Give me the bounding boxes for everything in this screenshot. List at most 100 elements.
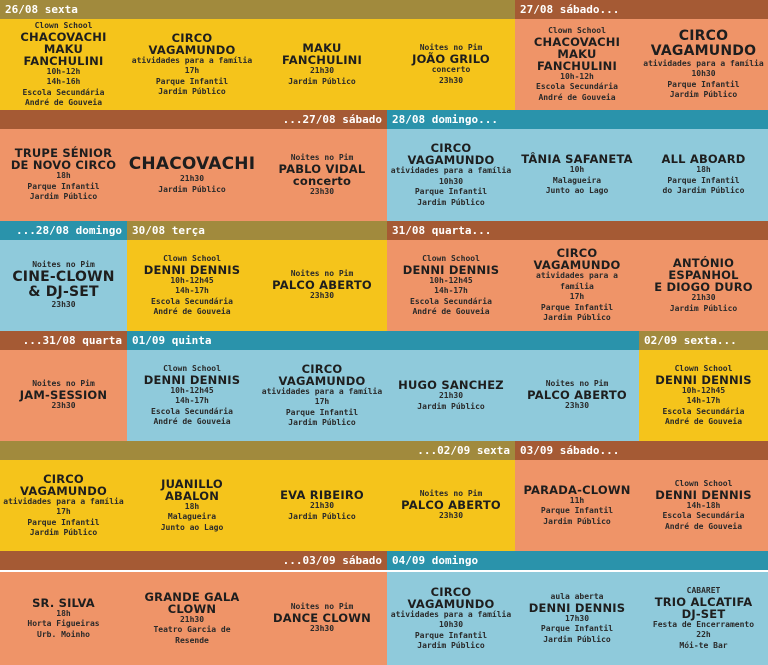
event-card: CIRCO VAGAMUNDO atividades para a família…: [387, 572, 515, 665]
event-details: 10h Malagueira Junto ao Lago: [545, 165, 609, 196]
event-details: 23h30: [309, 186, 335, 196]
event-details: 23h30: [51, 300, 76, 310]
day-header: ...28/08 domingo: [0, 221, 127, 240]
event-series: Clown School: [163, 253, 221, 263]
event-title: PALCO ABERTO: [527, 388, 627, 403]
event-details: atividades para a família 17h Parque Inf…: [131, 55, 253, 97]
event-card: Clown School DENNI DENNIS 10h-12h45 14h-17…: [387, 240, 515, 331]
day-header: ...31/08 quarta: [0, 331, 127, 350]
event-details: atividades para a família 17h Parque Inf…: [536, 271, 618, 323]
event-details: 21h30 Jardim Público: [288, 501, 356, 521]
event-card: CHACOVACHI 21h30 Jardim Público: [127, 129, 257, 221]
event-title: JOÃO GRILO: [412, 52, 490, 66]
day-header: ...03/09 sábado: [0, 551, 387, 570]
event-details: 10h-12h45 14h-17h Escola Secundária Andr…: [662, 385, 745, 427]
event-card: Clown School DENNI DENNIS 14h-18h Escola S…: [639, 460, 768, 551]
day-header: 04/09 domingo: [387, 551, 768, 570]
event-card: Clown School DENNI DENNIS 10h-12h45 14h-17…: [127, 240, 257, 331]
day-header: ...27/08 sábado: [0, 110, 387, 129]
event-series: Clown School: [163, 363, 221, 373]
event-details: 21h30 Jardim Público: [288, 66, 356, 86]
event-title: PARADA-CLOWN: [523, 482, 631, 497]
event-details: 18h Parque Infantil do Jardim Público: [662, 165, 745, 196]
event-card: aula aberta DENNI DENNIS 17h30 Parque Infa…: [515, 572, 639, 665]
event-details: atividades para a família 17h Parque Inf…: [261, 386, 383, 428]
event-title: TRIO ALCATIFA DJ-SET: [654, 594, 753, 621]
event-details: concerto 23h30: [431, 65, 471, 85]
event-card: JUANILLO ABALON 18h Malagueira Junto ao L…: [127, 460, 257, 551]
day-header: 02/09 sexta...: [639, 331, 768, 350]
event-card: CIRCO VAGAMUNDO atividades para a família…: [387, 129, 515, 221]
event-title: SR. SILVA: [32, 595, 95, 610]
day-header: 26/08 sexta: [0, 0, 515, 19]
event-card: PARADA-CLOWN 11h Parque Infantil Jardim P…: [515, 460, 639, 551]
event-details: 10h-12h45 14h-17h Escola Secundária Andr…: [151, 385, 233, 427]
event-details: 23h30: [309, 291, 335, 301]
event-card: Clown School CHACOVACHI MAKU FANCHULINI 10…: [515, 19, 639, 110]
event-details: 18h Horta Figueiras Urb. Moinho: [27, 608, 100, 639]
event-card: Noites no Pim PALCO ABERTO 23h30: [387, 460, 515, 551]
event-card: EVA RIBEIRO 21h30 Jardim Público: [257, 460, 387, 551]
event-title: PALCO ABERTO: [401, 498, 501, 513]
event-title: CIRCO VAGAMUNDO: [407, 584, 495, 611]
event-details: 23h30: [51, 401, 76, 411]
event-details: 21h30 Jardim Público: [158, 174, 226, 194]
event-card: GRANDE GALA CLOWN 21h30 Teatro Garcia de …: [127, 572, 257, 665]
event-card: Noites no Pim DANCE CLOWN 23h30: [257, 572, 387, 665]
event-title: CIRCO VAGAMUNDO: [407, 141, 495, 167]
day-header: 03/09 sábado...: [515, 441, 768, 460]
event-details: 17h30 Parque Infantil Jardim Público: [540, 613, 614, 644]
festival-schedule-grid: 26/08 sexta 27/08 sábado... ...27/08 sábad…: [0, 0, 768, 665]
day-header: 31/08 quarta...: [387, 221, 768, 240]
event-title: CHACOVACHI MAKU FANCHULINI: [20, 29, 107, 68]
event-details: 23h30: [564, 401, 590, 411]
event-card: TÂNIA SAFANETA 10h Malagueira Junto ao La…: [515, 129, 639, 221]
event-details: atividades para a família 10h30 Parque I…: [390, 166, 512, 207]
event-title: DENNI DENNIS: [143, 262, 241, 277]
event-title: DENNI DENNIS: [655, 487, 752, 502]
event-card: CIRCO VAGAMUNDO atividades para a família…: [257, 350, 387, 441]
event-details: 21h30 Teatro Garcia de Resende: [153, 614, 231, 645]
day-header: 30/08 terça: [127, 221, 387, 240]
event-details: 11h Parque Infantil Jardim Público: [540, 495, 614, 526]
event-title: CIRCO VAGAMUNDO: [533, 246, 621, 273]
event-details: 14h-18h Escola Secundária André de Gouve…: [662, 500, 745, 531]
event-card: Noites no Pim CINE-CLOWN & DJ-SET 23h30: [0, 240, 127, 331]
event-card: CIRCO VAGAMUNDO atividades para a família…: [0, 460, 127, 551]
event-series: Clown School: [674, 363, 733, 373]
day-header: 27/08 sábado...: [515, 0, 768, 19]
event-card: CIRCO VAGAMUNDO atividades para a família…: [515, 240, 639, 331]
event-card: ANTÓNIO ESPANHOL E DIOGO DURO 21h30 Jardi…: [639, 240, 768, 331]
event-card: ALL ABOARD 18h Parque Infantil do Jardim …: [639, 129, 768, 221]
event-series: Clown School: [34, 20, 93, 30]
event-title: DENNI DENNIS: [402, 262, 500, 277]
event-details: Festa de Encerramento 22h Mói-te Bar: [652, 619, 755, 650]
event-title: PALCO ABERTO: [272, 278, 372, 293]
event-title: CIRCO VAGAMUNDO: [148, 30, 236, 57]
event-title: ANTÓNIO ESPANHOL E DIOGO DURO: [654, 256, 753, 294]
event-title: JUANILLO ABALON: [161, 476, 223, 503]
event-title: MAKU FANCHULINI: [282, 41, 362, 67]
event-title: DENNI DENNIS: [143, 372, 241, 387]
day-header: ...02/09 sexta: [0, 441, 515, 460]
event-card: Noites no Pim PALCO ABERTO 23h30: [257, 240, 387, 331]
event-title: CIRCO VAGAMUNDO: [20, 471, 107, 498]
event-title: PABLO VIDAL concerto: [278, 161, 366, 188]
event-card: SR. SILVA 18h Horta Figueiras Urb. Moinho: [0, 572, 127, 665]
event-details: 23h30: [438, 511, 464, 521]
event-details: 21h30 Jardim Público: [669, 293, 738, 313]
event-title: CIRCO VAGAMUNDO: [278, 361, 366, 388]
day-header: 01/09 quinta: [127, 331, 639, 350]
event-details: 18h Parque Infantil Jardim Público: [27, 171, 100, 202]
event-card: Noites no Pim JOÃO GRILO concerto 23h30: [387, 19, 515, 110]
event-details: 21h30 Jardim Público: [417, 391, 485, 411]
event-card: Noites no Pim PALCO ABERTO 23h30: [515, 350, 639, 441]
event-card: CIRCO VAGAMUNDO atividades para a família…: [127, 19, 257, 110]
event-card: CABARET TRIO ALCATIFA DJ-SET Festa de Ence…: [639, 572, 768, 665]
event-title: CHACOVACHI MAKU FANCHULINI: [533, 34, 621, 73]
event-details: atividades para a família 10h30 Parque I…: [390, 609, 512, 651]
event-card: MAKU FANCHULINI 21h30 Jardim Público: [257, 19, 387, 110]
event-details: 10h-12h 14h-16h Escola Secundária André …: [22, 66, 105, 108]
event-details: 18h Malagueira Junto ao Lago: [160, 501, 224, 532]
event-title: DENNI DENNIS: [655, 372, 752, 387]
